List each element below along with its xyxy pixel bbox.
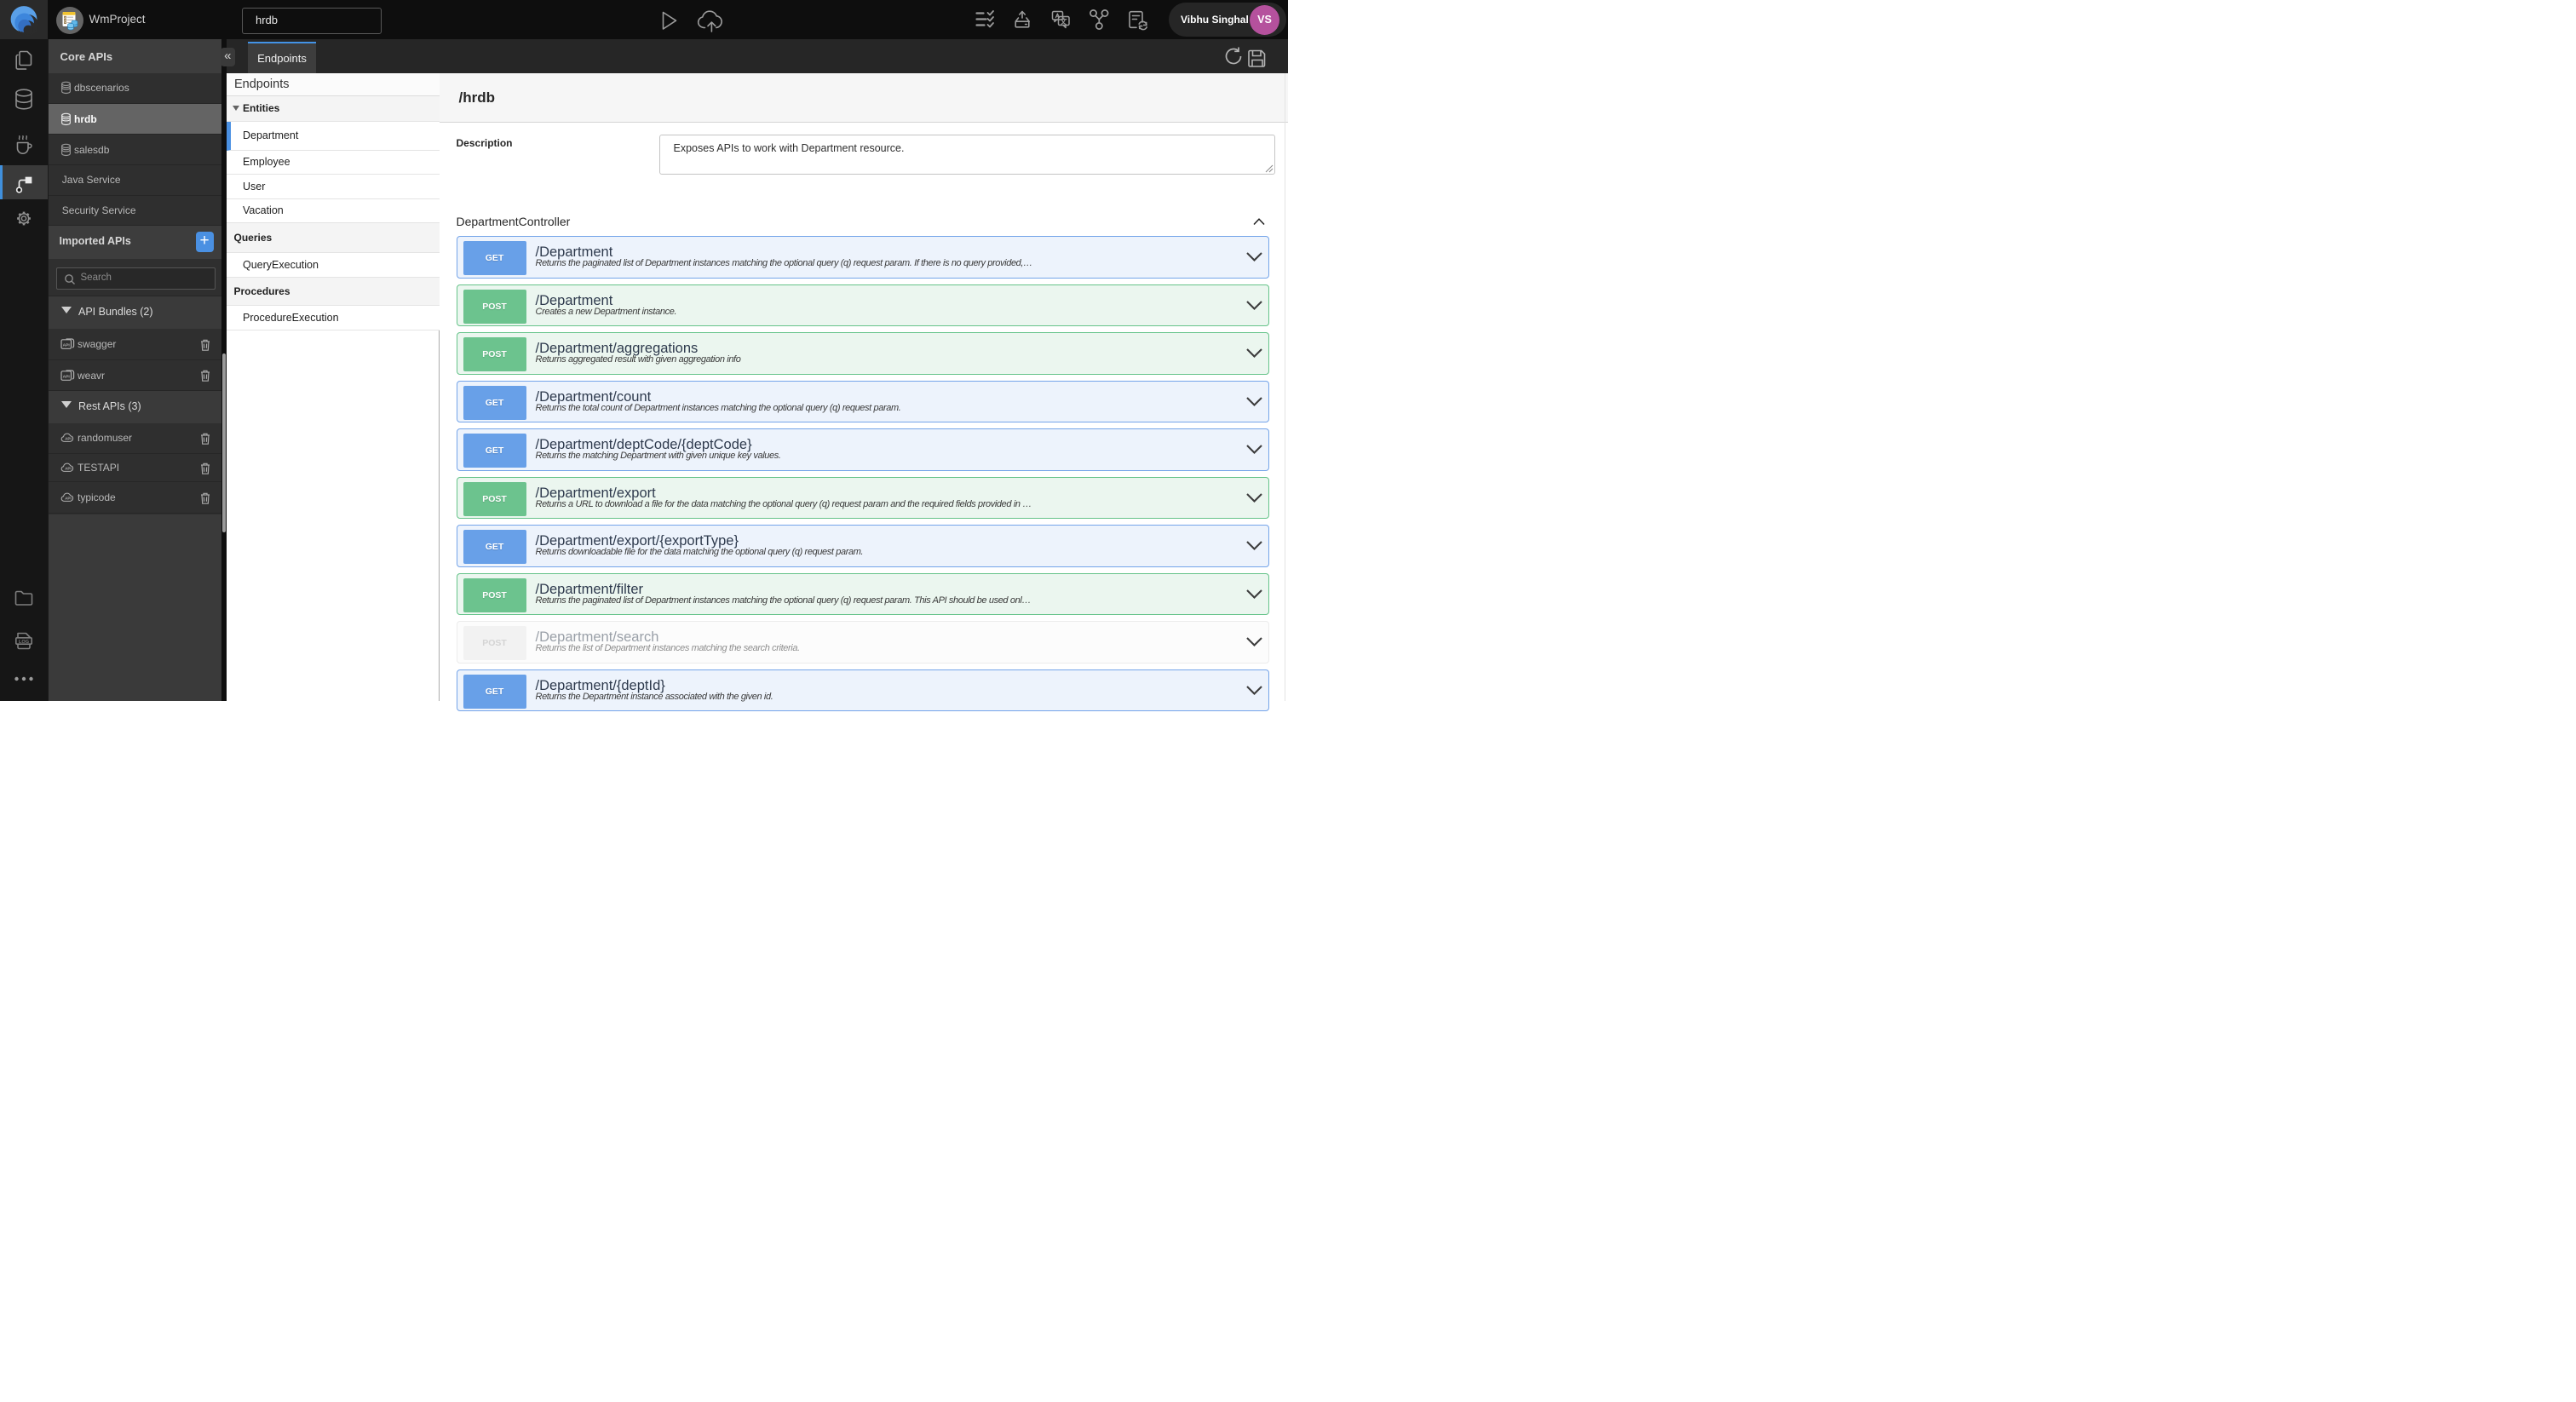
svg-text:LOG: LOG xyxy=(19,640,29,645)
svg-text:API: API xyxy=(62,342,70,348)
svg-text:API: API xyxy=(62,374,70,379)
svg-text:API: API xyxy=(65,466,72,470)
svg-text:API: API xyxy=(65,497,72,501)
svg-text:API: API xyxy=(65,437,72,441)
